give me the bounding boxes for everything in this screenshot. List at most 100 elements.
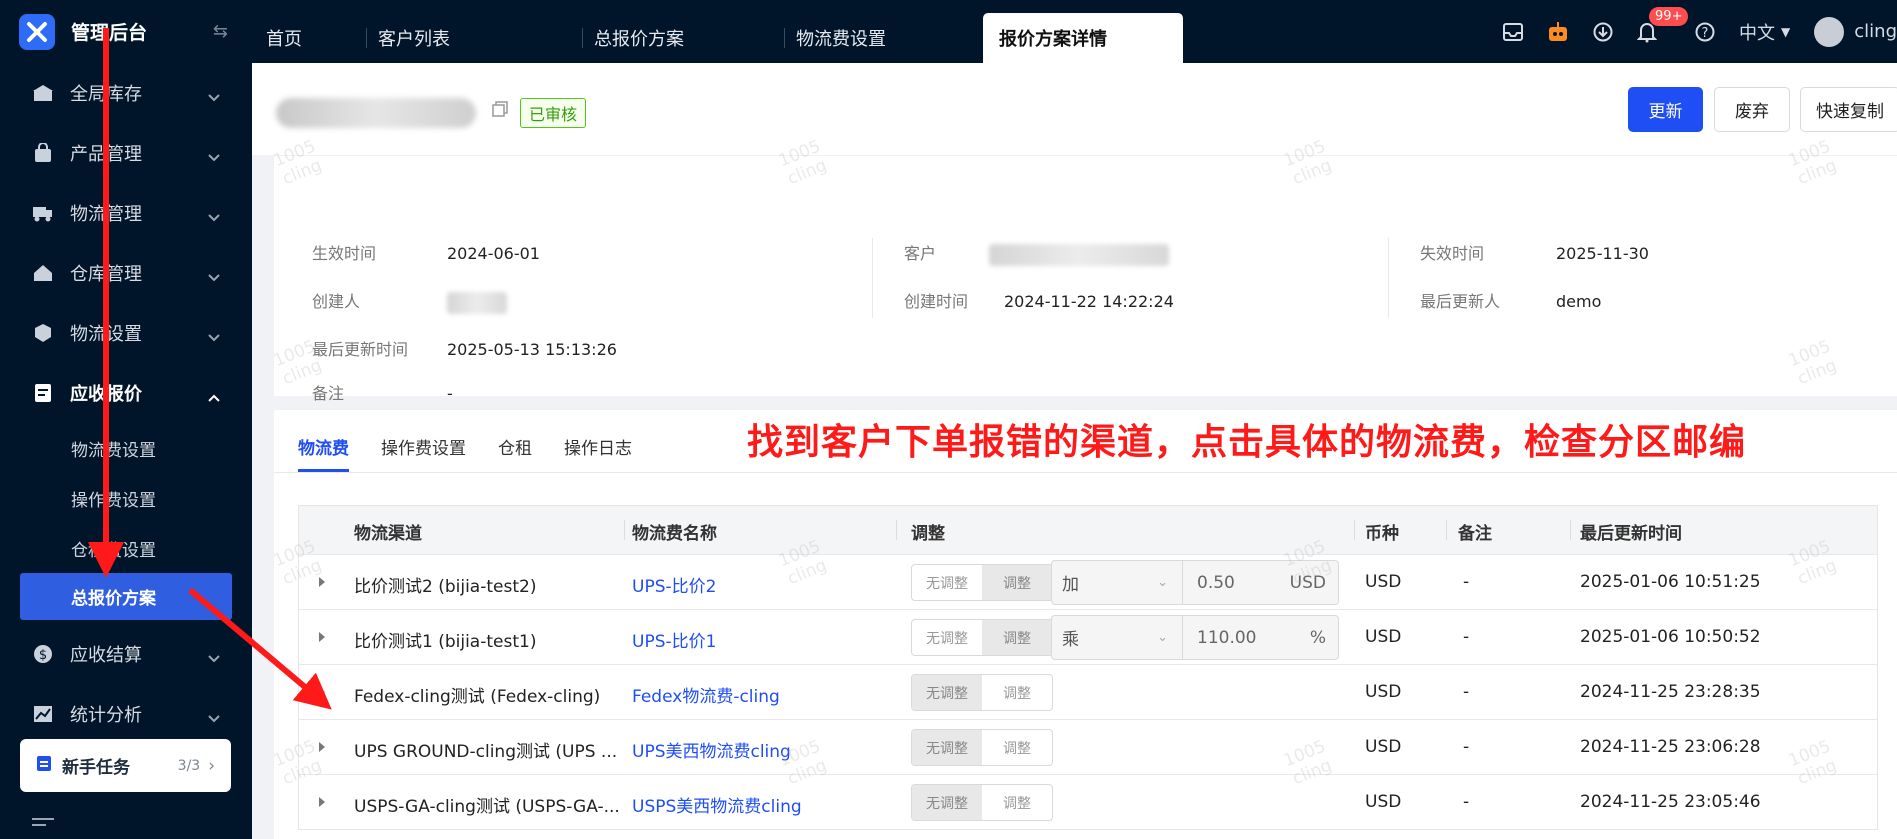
effective-time: 生效时间 2024-06-01 xyxy=(312,240,540,264)
currency-cell: USD xyxy=(1365,572,1402,592)
adjust-toggle[interactable]: 无调整 调整 xyxy=(911,674,1053,711)
operator-select[interactable]: 乘 ⌄ xyxy=(1051,615,1183,660)
expand-row-icon[interactable] xyxy=(319,632,325,642)
field-label: 创建时间 xyxy=(904,292,969,311)
column-header: 物流费名称 xyxy=(632,524,717,544)
sidebar-item-logistics-settings[interactable]: 物流设置 xyxy=(0,303,252,363)
field-label: 最后更新人 xyxy=(1420,292,1501,311)
divider xyxy=(872,238,873,318)
tab-operation-log[interactable]: 操作日志 xyxy=(564,422,632,470)
fee-name-link[interactable]: UPS美西物流费cling xyxy=(632,737,791,762)
fee-name-link[interactable]: UPS-比价1 xyxy=(632,627,716,652)
sidebar-subitem-total-quote[interactable]: 总报价方案 xyxy=(20,573,232,620)
tab-label: 客户列表 xyxy=(378,29,450,50)
sidebar-item-label: 仓库管理 xyxy=(70,264,142,285)
chevron-down-icon xyxy=(208,86,220,107)
tab-operation-fee[interactable]: 操作费设置 xyxy=(381,422,466,470)
tab-separator xyxy=(582,28,583,48)
sidebar-item-warehouse[interactable]: 仓库管理 xyxy=(0,243,252,303)
sidebar-item-label: 应收结算 xyxy=(70,645,142,666)
tab-total-quote[interactable]: 总报价方案 xyxy=(582,13,684,63)
tab-label: 物流费设置 xyxy=(796,29,886,50)
no-adjust-option[interactable]: 无调整 xyxy=(912,730,982,765)
adjust-amount-input[interactable]: 110.00% xyxy=(1182,615,1339,660)
chevron-down-icon xyxy=(208,647,220,668)
tab-quote-detail[interactable]: 报价方案详情 xyxy=(983,13,1183,63)
quick-copy-button[interactable]: 快速复制 xyxy=(1800,87,1897,132)
detail-tabs: 物流费 操作费设置 仓租 操作日志 xyxy=(298,422,664,472)
username[interactable]: cling xyxy=(1854,21,1897,42)
fee-name-link[interactable]: USPS美西物流费cling xyxy=(632,792,802,817)
adjust-option[interactable]: 调整 xyxy=(982,675,1052,710)
dollar-icon: $ xyxy=(32,643,54,665)
collapse-toggle-icon[interactable]: ⇆ xyxy=(213,21,228,42)
language-selector[interactable]: 中文 ▼ xyxy=(1739,19,1790,45)
no-adjust-option[interactable]: 无调整 xyxy=(912,565,982,600)
bell-icon[interactable]: 99+ xyxy=(1637,6,1689,43)
tab-logistics-settings[interactable]: 物流费设置 xyxy=(784,13,886,63)
column-separator xyxy=(624,520,625,540)
field-label: 客户 xyxy=(904,244,937,263)
sidebar-item-products[interactable]: 产品管理 xyxy=(0,123,252,183)
sidebar-subitem-operation-fee[interactable]: 操作费设置 xyxy=(0,473,252,523)
svg-text:?: ? xyxy=(1702,26,1709,41)
update-button[interactable]: 更新 xyxy=(1628,87,1703,132)
channel-cell: UPS GROUND-cling测试 (UPS ... xyxy=(354,742,618,762)
adjust-toggle[interactable]: 无调整 调整 xyxy=(911,619,1053,656)
sidebar-subitem-logistics-fee[interactable]: 物流费设置 xyxy=(0,423,252,473)
adjust-toggle[interactable]: 无调整 调整 xyxy=(911,784,1053,821)
menu-fold-icon[interactable] xyxy=(32,818,54,839)
onboarding-tasks-button[interactable]: 新手任务 3/3 › xyxy=(20,739,231,792)
operator-select[interactable]: 加 ⌄ xyxy=(1051,560,1183,605)
column-header: 物流渠道 xyxy=(354,524,422,544)
fee-name-link[interactable]: Fedex物流费-cling xyxy=(632,682,780,707)
expand-row-icon[interactable] xyxy=(319,742,325,752)
inbox-icon[interactable] xyxy=(1503,22,1524,41)
adjust-toggle[interactable]: 无调整 调整 xyxy=(911,729,1053,766)
document-icon xyxy=(32,382,54,404)
remark-cell: - xyxy=(1463,572,1470,592)
no-adjust-option[interactable]: 无调整 xyxy=(912,785,982,820)
expand-row-icon[interactable] xyxy=(319,797,325,807)
adjust-toggle[interactable]: 无调整 调整 xyxy=(911,564,1053,601)
adjust-option[interactable]: 调整 xyxy=(982,785,1052,820)
no-adjust-option[interactable]: 无调整 xyxy=(912,620,982,655)
tab-customer-list[interactable]: 客户列表 xyxy=(366,13,450,63)
sidebar-subitem-storage-fee[interactable]: 仓租费设置 xyxy=(0,523,252,573)
discard-button[interactable]: 废弃 xyxy=(1714,87,1790,132)
sidebar-item-label: 统计分析 xyxy=(70,705,142,726)
sidebar-item-label: 产品管理 xyxy=(70,144,142,165)
sidebar-item-inventory[interactable]: 全局库存 xyxy=(0,63,252,123)
chevron-down-icon: ⌄ xyxy=(1157,575,1168,590)
currency-cell: USD xyxy=(1365,737,1402,757)
remark-cell: - xyxy=(1463,682,1470,702)
adjust-amount-input[interactable]: 0.50 USD xyxy=(1182,560,1339,605)
adjust-option[interactable]: 调整 xyxy=(982,730,1052,765)
updated-cell: 2024-11-25 23:28:35 xyxy=(1580,682,1761,702)
currency-cell: USD xyxy=(1365,682,1402,702)
avatar[interactable] xyxy=(1814,16,1845,47)
help-icon[interactable]: ? xyxy=(1695,22,1715,42)
sidebar-item-logistics[interactable]: 物流管理 xyxy=(0,183,252,243)
copy-icon[interactable] xyxy=(492,101,508,122)
expand-row-icon[interactable] xyxy=(319,687,325,697)
adjust-option[interactable]: 调整 xyxy=(982,565,1052,600)
box-gear-icon xyxy=(32,322,54,344)
fee-name-link[interactable]: UPS-比价2 xyxy=(632,572,716,597)
download-icon[interactable] xyxy=(1593,22,1613,42)
table-row: 比价测试1 (bijia-test1) UPS-比价1 无调整 调整 乘 ⌄ 110… xyxy=(299,609,1877,664)
tabs-divider xyxy=(274,472,1897,473)
tab-storage[interactable]: 仓租 xyxy=(498,422,532,470)
no-adjust-option[interactable]: 无调整 xyxy=(912,675,982,710)
tab-home[interactable]: 首页 xyxy=(266,13,302,63)
column-separator xyxy=(1570,520,1571,540)
adjust-option[interactable]: 调整 xyxy=(982,620,1052,655)
sidebar-item-settlement[interactable]: $ 应收结算 xyxy=(0,624,252,684)
expand-row-icon[interactable] xyxy=(319,577,325,587)
sidebar-item-receivable-quote[interactable]: 应收报价 xyxy=(0,363,252,423)
clipboard-icon xyxy=(36,754,52,777)
column-header: 最后更新时间 xyxy=(1580,524,1682,544)
sidebar-item-statistics[interactable]: 统计分析 xyxy=(0,684,252,744)
tab-logistics-fee[interactable]: 物流费 xyxy=(298,422,349,472)
robot-icon[interactable] xyxy=(1547,21,1569,42)
